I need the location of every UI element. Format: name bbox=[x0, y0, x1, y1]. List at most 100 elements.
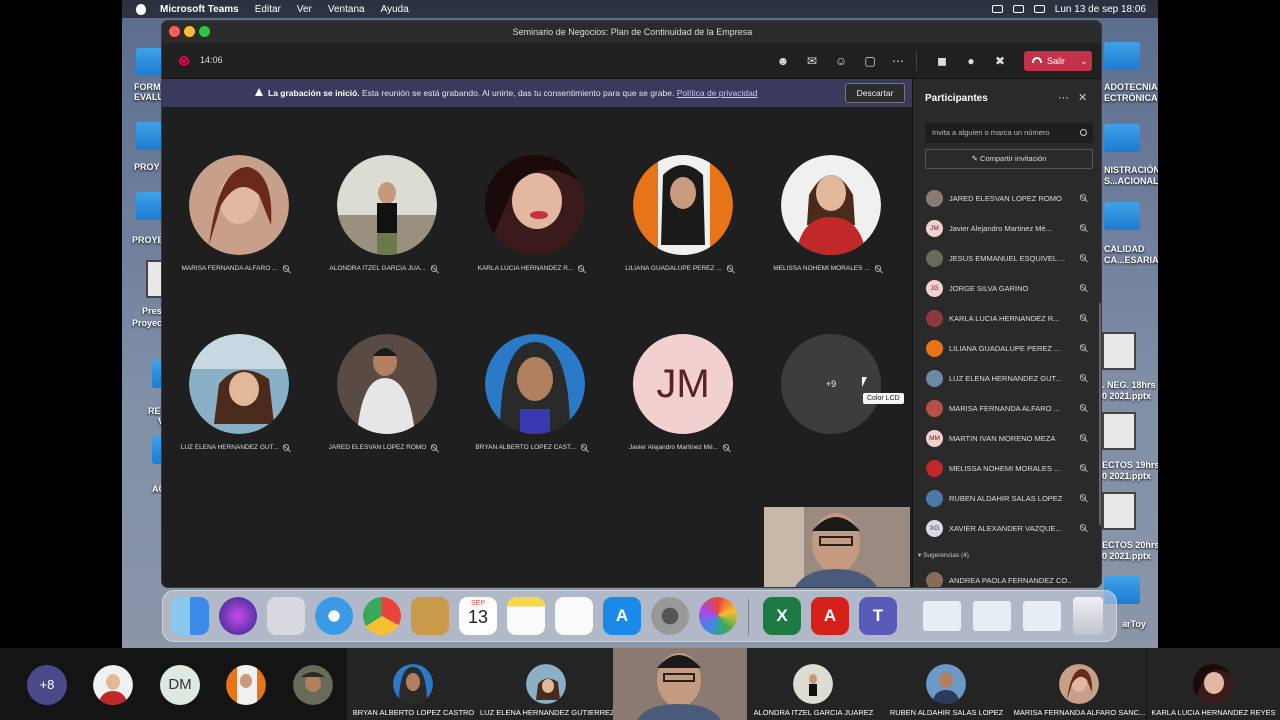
discard-button[interactable]: Descartar bbox=[845, 83, 905, 103]
participant-list-item[interactable]: JESUS EMMANUEL ESQUIVEL ... bbox=[913, 243, 1101, 273]
close-window-button[interactable] bbox=[169, 26, 180, 37]
participant-tile[interactable]: JM Javier Alejandro Martinez Mé... bbox=[609, 334, 757, 474]
menu-ayuda[interactable]: Ayuda bbox=[381, 4, 409, 15]
participant-list-item[interactable]: MARISA FERNANDA ALFARO ... bbox=[913, 393, 1101, 423]
video-tile[interactable]: ALONDRA ITZEL GARCIA JUAREZ bbox=[747, 648, 880, 720]
participants-icon[interactable]: ☻ bbox=[774, 52, 792, 70]
siri-icon[interactable] bbox=[219, 597, 257, 635]
participant-list-item[interactable]: KARLA LUCIA HERNANDEZ R... bbox=[913, 303, 1101, 333]
participant-tile[interactable]: ALONDRA ITZEL GARCIA JUA... bbox=[313, 155, 461, 295]
safari-icon[interactable] bbox=[315, 597, 353, 635]
menu-ver[interactable]: Ver bbox=[297, 4, 312, 15]
microphone-icon[interactable]: ● bbox=[962, 52, 980, 70]
more-actions-icon[interactable]: ⋯ bbox=[889, 52, 907, 70]
participant-list-item[interactable]: LILIANA GUADALUPE PEREZ ... bbox=[913, 333, 1101, 363]
contacts-icon[interactable] bbox=[411, 597, 449, 635]
scrollbar[interactable] bbox=[1099, 303, 1101, 525]
chat-icon[interactable]: ✉ bbox=[803, 52, 821, 70]
reminders-icon[interactable] bbox=[555, 597, 593, 635]
launchpad-icon[interactable] bbox=[267, 597, 305, 635]
share-screen-icon[interactable]: ✖ bbox=[991, 52, 1009, 70]
close-icon[interactable]: ✕ bbox=[1078, 91, 1087, 104]
video-tile[interactable]: BRYAN ALBERTO LOPEZ CASTRO bbox=[347, 648, 480, 720]
desktop-label: ECTOS 19hrs bbox=[1102, 460, 1158, 470]
participant-name: MELISSA NOHEMI MORALES ... bbox=[757, 265, 897, 272]
pptx-file-icon[interactable] bbox=[1102, 492, 1136, 530]
avatar bbox=[526, 664, 566, 704]
more-options-icon[interactable]: ⋯ bbox=[1058, 91, 1069, 104]
participant-list-name: Javier Alejandro Martinez Mé... bbox=[949, 224, 1052, 233]
avatar[interactable] bbox=[226, 665, 266, 705]
participant-tile[interactable]: MARISA FERNANDA ALFARO ... bbox=[165, 155, 313, 295]
share-invite-button[interactable]: ✎ Compartir invitación bbox=[925, 149, 1093, 169]
participant-list-name: LILIANA GUADALUPE PEREZ ... bbox=[949, 344, 1061, 353]
participant-tile[interactable]: KARLA LUCIA HERNANDEZ R... bbox=[461, 155, 609, 295]
notes-icon[interactable] bbox=[507, 597, 545, 635]
clock[interactable]: Lun 13 de sep 18:06 bbox=[1055, 4, 1146, 15]
apple-icon[interactable] bbox=[136, 3, 146, 15]
calendar-icon[interactable]: SEP 13 bbox=[459, 597, 497, 635]
participant-list-item[interactable]: LUZ ELENA HERNANDEZ GUT... bbox=[913, 363, 1101, 393]
excel-icon[interactable]: X bbox=[763, 597, 801, 635]
teams-icon[interactable]: T bbox=[859, 597, 897, 635]
participant-tile[interactable]: LUZ ELENA HERNANDEZ GUT... bbox=[165, 334, 313, 474]
participant-list-item[interactable]: JM Javier Alejandro Martinez Mé... bbox=[913, 213, 1101, 243]
pptx-file-icon[interactable] bbox=[1102, 412, 1136, 450]
privacy-link[interactable]: Política de privacidad bbox=[677, 88, 758, 98]
system-preferences-icon[interactable] bbox=[651, 597, 689, 635]
acrobat-icon[interactable]: A bbox=[811, 597, 849, 635]
participant-tile[interactable]: BRYAN ALBERTO LOPEZ CAST... bbox=[461, 334, 609, 474]
video-tile[interactable]: MARISA FERNANDA ALFARO SANC... bbox=[1013, 648, 1146, 720]
video-tile[interactable]: KARLA LUCIA HERNANDEZ REYES bbox=[1147, 648, 1280, 720]
more-participants-tile[interactable]: +9 bbox=[757, 334, 905, 474]
participant-list-item[interactable]: JG JORGE SILVA GARINO bbox=[913, 273, 1101, 303]
window-thumbnail-icon[interactable] bbox=[1023, 601, 1061, 631]
participant-tile[interactable]: LILIANA GUADALUPE PEREZ ... bbox=[609, 155, 757, 295]
avatar-initials[interactable]: DM bbox=[160, 665, 200, 705]
participant-list-item[interactable]: JARED ELESVAN LOPEZ ROMO bbox=[913, 183, 1101, 213]
participant-list-item[interactable]: XG XAVIER ALEXANDER VAZQUE... bbox=[913, 513, 1101, 543]
rooms-icon[interactable]: ▢ bbox=[861, 52, 879, 70]
zoom-window-button[interactable] bbox=[199, 26, 210, 37]
window-thumbnail-icon[interactable] bbox=[923, 601, 961, 631]
self-view-video[interactable] bbox=[764, 507, 910, 587]
participant-tile[interactable]: MELISSA NOHEMI MORALES ... bbox=[757, 155, 905, 295]
avatar[interactable] bbox=[293, 665, 333, 705]
folder-icon[interactable] bbox=[1104, 202, 1140, 230]
participant-list-item[interactable]: ANDREA PAOLA FERNANDEZ CO... bbox=[913, 565, 1101, 587]
suggestions-header[interactable]: ▾ Sugerencias (4) bbox=[918, 551, 969, 559]
speaker-video[interactable] bbox=[613, 648, 747, 720]
folder-icon[interactable] bbox=[1104, 42, 1140, 70]
more-participants-badge[interactable]: +8 bbox=[27, 665, 67, 705]
app-store-icon[interactable]: A bbox=[603, 597, 641, 635]
finder-icon[interactable] bbox=[171, 597, 209, 635]
chrome-icon[interactable] bbox=[363, 597, 401, 635]
invite-input[interactable]: Invita a alguien o marca un número bbox=[925, 123, 1093, 143]
mic-off-icon bbox=[1080, 404, 1086, 411]
participant-tile[interactable]: JARED ELESVAN LOPEZ ROMO bbox=[313, 334, 461, 474]
leave-button[interactable]: Salir ⌄ bbox=[1024, 51, 1092, 71]
camera-icon[interactable]: ◼ bbox=[933, 52, 951, 70]
minimize-window-button[interactable] bbox=[184, 26, 195, 37]
menu-editar[interactable]: Editar bbox=[255, 4, 281, 15]
avatar: JG bbox=[926, 280, 943, 297]
share-icon: ✎ bbox=[971, 154, 981, 163]
trash-icon[interactable] bbox=[1073, 597, 1103, 635]
menu-ventana[interactable]: Ventana bbox=[328, 4, 365, 15]
reactions-icon[interactable]: ☺ bbox=[832, 52, 850, 70]
window-thumbnail-icon[interactable] bbox=[973, 601, 1011, 631]
pptx-file-icon[interactable] bbox=[1102, 332, 1136, 370]
battery-icon[interactable] bbox=[1012, 5, 1024, 13]
video-tile[interactable]: LUZ ELENA HERNANDEZ GUTIERREZ bbox=[480, 648, 615, 720]
participant-list-item[interactable]: MELISSA NOHEMI MORALES ... bbox=[913, 453, 1101, 483]
participant-list-item[interactable]: MM MARTIN IVAN MORENO MEZA bbox=[913, 423, 1101, 453]
menu-app-name[interactable]: Microsoft Teams bbox=[160, 4, 239, 15]
chevron-down-icon[interactable]: ⌄ bbox=[1080, 51, 1088, 71]
wifi-icon[interactable] bbox=[1033, 5, 1045, 13]
participant-list-item[interactable]: RUBEN ALDAHIR SALAS LOPEZ bbox=[913, 483, 1101, 513]
video-tile[interactable]: RUBEN ALDAHIR SALAS LOPEZ bbox=[880, 648, 1013, 720]
folder-icon[interactable] bbox=[1104, 124, 1140, 152]
keyboard-icon[interactable] bbox=[991, 5, 1003, 13]
avatar[interactable] bbox=[93, 665, 133, 705]
photos-icon[interactable] bbox=[699, 597, 737, 635]
